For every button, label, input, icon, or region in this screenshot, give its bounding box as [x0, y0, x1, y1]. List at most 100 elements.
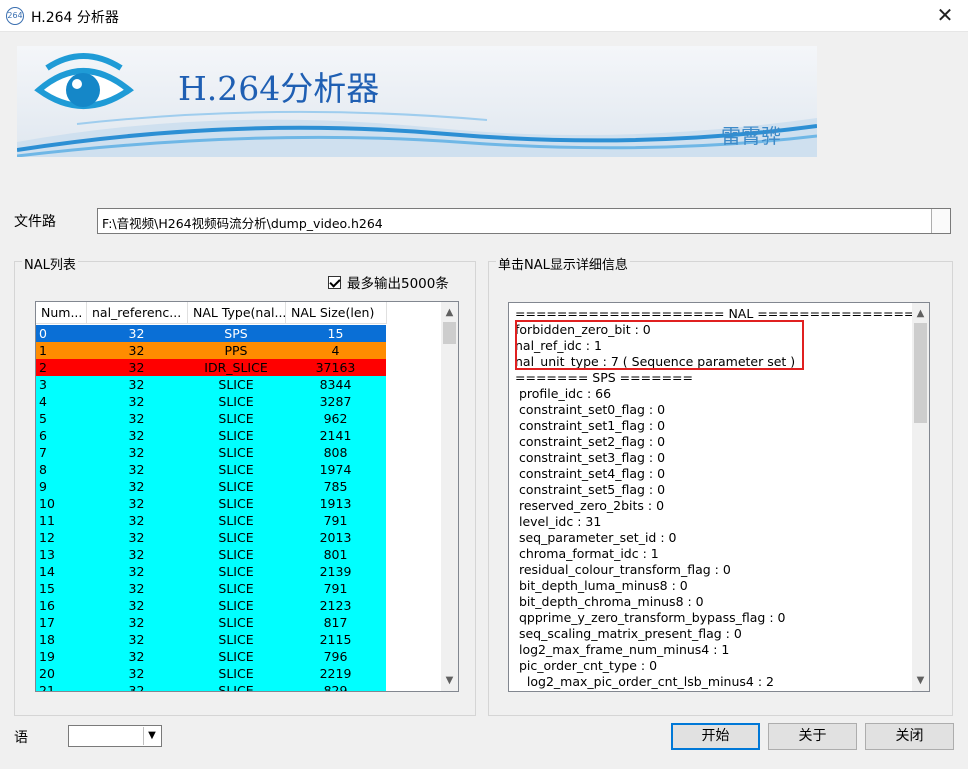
cell-num: 14 [36, 563, 86, 580]
detail-line: bit_depth_chroma_minus8 : 0 [515, 594, 704, 609]
detail-line: profile_idc : 66 [515, 386, 612, 401]
cell-nal-type: SLICE [187, 495, 285, 512]
cell-nal-size: 1974 [285, 461, 386, 478]
table-row[interactable]: 5 32 SLICE 962 [36, 410, 386, 427]
max-output-checkbox[interactable] [328, 275, 341, 289]
cell-nal-type: SLICE [187, 376, 285, 393]
table-row[interactable]: 1 32 PPS 4 [36, 342, 386, 359]
cell-nal-type: SLICE [187, 444, 285, 461]
table-row[interactable]: 12 32 SLICE 2013 [36, 529, 386, 546]
table-row[interactable]: 18 32 SLICE 2115 [36, 631, 386, 648]
table-row[interactable]: 16 32 SLICE 2123 [36, 597, 386, 614]
table-row[interactable]: 19 32 SLICE 796 [36, 648, 386, 665]
table-row[interactable]: 15 32 SLICE 791 [36, 580, 386, 597]
detail-group-title: 单击NAL显示详细信息 [496, 254, 630, 273]
table-row[interactable]: 7 32 SLICE 808 [36, 444, 386, 461]
cell-nal-size: 2219 [285, 665, 386, 682]
title-bar: 264 H.264 分析器 ✕ [0, 0, 968, 32]
column-header-nal-size[interactable]: NAL Size(len) [286, 302, 387, 324]
cell-nal-type: SLICE [187, 563, 285, 580]
cell-nal-size: 15 [285, 325, 386, 342]
scroll-up-icon[interactable]: ▲ [441, 304, 458, 321]
cell-num: 1 [36, 342, 86, 359]
table-row[interactable]: 14 32 SLICE 2139 [36, 563, 386, 580]
close-window-button[interactable]: ✕ [922, 0, 968, 32]
detail-line: ======= SPS ======= [515, 370, 693, 385]
table-row[interactable]: 4 32 SLICE 3287 [36, 393, 386, 410]
table-row[interactable]: 8 32 SLICE 1974 [36, 461, 386, 478]
nal-list-view[interactable]: Num... nal_referenc... NAL Type(nal... N… [35, 301, 459, 692]
detail-line: seq_parameter_set_id : 0 [515, 530, 677, 545]
banner-title: H.264分析器 [178, 69, 380, 108]
nal-list-header: Num... nal_referenc... NAL Type(nal... N… [36, 302, 387, 324]
detail-line: pic_order_cnt_type : 0 [515, 658, 658, 673]
detail-line: log2_max_frame_num_minus4 : 1 [515, 642, 730, 657]
scroll-thumb[interactable] [914, 323, 927, 423]
cell-nal-ref: 32 [86, 665, 187, 682]
detail-scrollbar[interactable]: ▲ ▼ [912, 303, 929, 691]
cell-nal-type: SLICE [187, 393, 285, 410]
table-row[interactable]: 20 32 SLICE 2219 [36, 665, 386, 682]
detail-line: constraint_set3_flag : 0 [515, 450, 666, 465]
cell-nal-type: SLICE [187, 580, 285, 597]
cell-nal-size: 2123 [285, 597, 386, 614]
cell-nal-type: SLICE [187, 427, 285, 444]
cell-nal-ref: 32 [86, 495, 187, 512]
cell-nal-ref: 32 [86, 478, 187, 495]
nal-list-rows: 0 32 SPS 15 1 32 PPS 4 2 32 IDR_SLICE 37163 3 32 SLICE… [36, 325, 386, 691]
cell-nal-size: 37163 [285, 359, 386, 376]
start-button[interactable]: 开始 [671, 723, 760, 750]
scroll-up-icon[interactable]: ▲ [912, 305, 929, 322]
cell-nal-type: SLICE [187, 529, 285, 546]
close-button[interactable]: 关闭 [865, 723, 954, 750]
max-output-checkbox-row[interactable]: 最多输出5000条 [328, 272, 449, 292]
column-header-nal-type[interactable]: NAL Type(nal... [188, 302, 286, 324]
table-row[interactable]: 0 32 SPS 15 [36, 325, 386, 342]
dropdown-arrow-icon[interactable]: ▼ [143, 727, 160, 745]
cell-nal-size: 808 [285, 444, 386, 461]
detail-line: reserved_zero_2bits : 0 [515, 498, 665, 513]
table-row[interactable]: 17 32 SLICE 817 [36, 614, 386, 631]
cell-num: 6 [36, 427, 86, 444]
table-row[interactable]: 2 32 IDR_SLICE 37163 [36, 359, 386, 376]
language-select[interactable]: ▼ [68, 725, 162, 747]
file-browse-button[interactable] [931, 209, 950, 233]
scroll-down-icon[interactable]: ▼ [441, 672, 458, 689]
scroll-thumb[interactable] [443, 322, 456, 344]
cell-nal-ref: 32 [86, 529, 187, 546]
cell-nal-type: SLICE [187, 461, 285, 478]
cell-nal-ref: 32 [86, 376, 187, 393]
detail-line: bit_depth_luma_minus8 : 0 [515, 578, 688, 593]
detail-line: constraint_set1_flag : 0 [515, 418, 666, 433]
cell-nal-size: 4 [285, 342, 386, 359]
file-path-field[interactable]: F:\音视频\H264视频码流分析\dump_video.h264 [97, 208, 951, 234]
table-row[interactable]: 3 32 SLICE 8344 [36, 376, 386, 393]
column-header-num[interactable]: Num... [36, 302, 87, 324]
cell-nal-size: 791 [285, 580, 386, 597]
cell-nal-size: 2141 [285, 427, 386, 444]
about-button[interactable]: 关于 [768, 723, 857, 750]
detail-line: level_idc : 31 [515, 514, 602, 529]
cell-num: 5 [36, 410, 86, 427]
cell-nal-size: 2115 [285, 631, 386, 648]
cell-num: 12 [36, 529, 86, 546]
cell-nal-type: SLICE [187, 546, 285, 563]
column-header-nal-ref[interactable]: nal_referenc... [87, 302, 188, 324]
cell-nal-type: IDR_SLICE [187, 359, 285, 376]
table-row[interactable]: 6 32 SLICE 2141 [36, 427, 386, 444]
cell-num: 13 [36, 546, 86, 563]
nal-list-scrollbar[interactable]: ▲ ▼ [441, 302, 458, 691]
table-row[interactable]: 21 32 SLICE 829 [36, 682, 386, 691]
table-row[interactable]: 9 32 SLICE 785 [36, 478, 386, 495]
table-row[interactable]: 11 32 SLICE 791 [36, 512, 386, 529]
cell-num: 18 [36, 631, 86, 648]
table-row[interactable]: 10 32 SLICE 1913 [36, 495, 386, 512]
cell-nal-type: SLICE [187, 665, 285, 682]
nal-detail-panel[interactable]: ==================== NAL ===============… [508, 302, 930, 692]
cell-num: 10 [36, 495, 86, 512]
table-row[interactable]: 13 32 SLICE 801 [36, 546, 386, 563]
cell-num: 15 [36, 580, 86, 597]
cell-nal-ref: 32 [86, 597, 187, 614]
scroll-down-icon[interactable]: ▼ [912, 672, 929, 689]
cell-nal-ref: 32 [86, 444, 187, 461]
